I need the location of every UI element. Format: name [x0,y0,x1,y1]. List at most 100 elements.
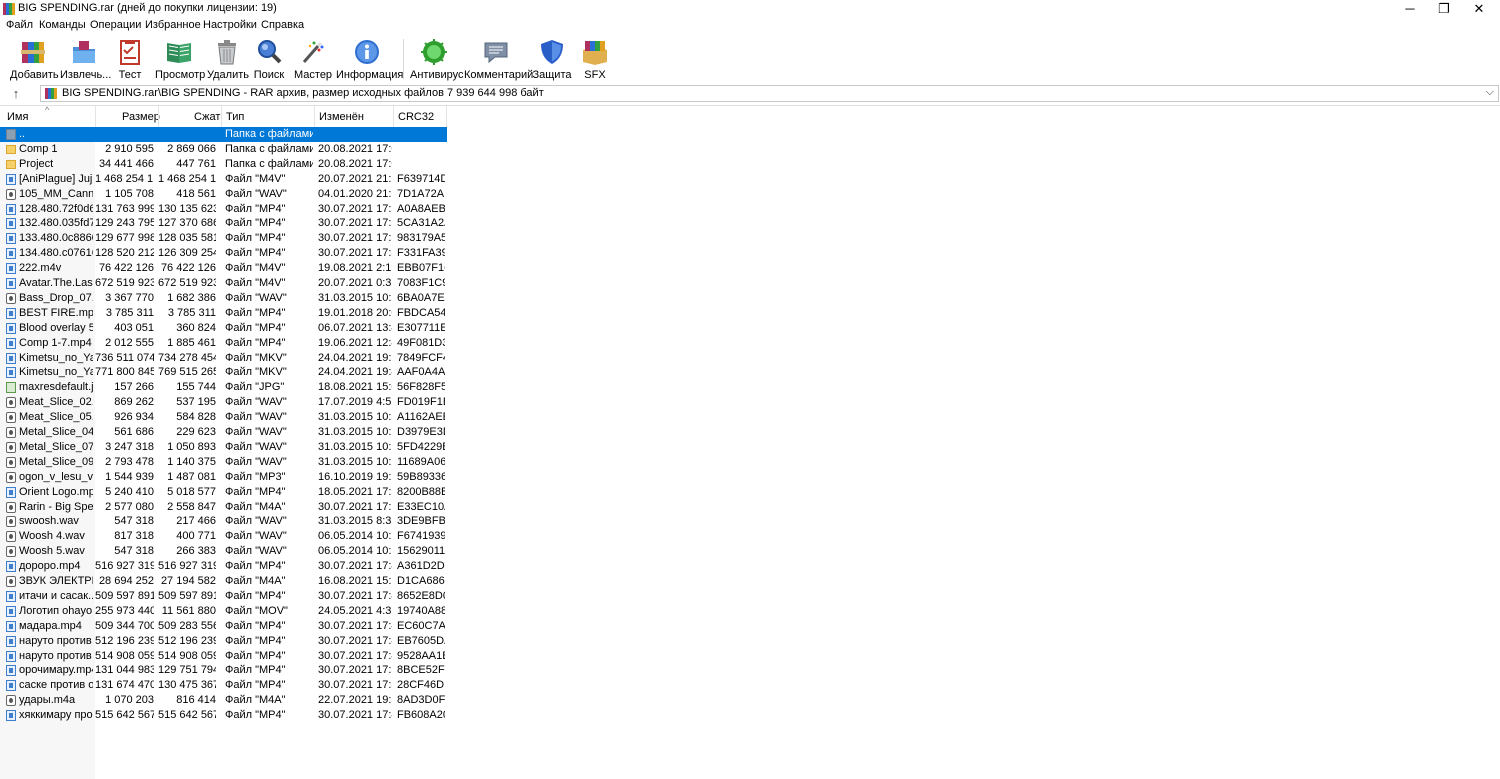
file-row[interactable]: Woosh 4.wav 817 318 400 771 Файл "WAV" 06.05… [0,529,447,544]
file-row[interactable]: 222.m4v 76 422 126 76 422 126 Файл "M4V" 19.… [0,261,447,276]
file-packed: 217 466 [176,515,216,528]
file-row[interactable]: Логотип ohayo....255 973 440 11 561 880 Фа… [0,604,447,619]
file-row[interactable]: ogon_v_lesu_var... 1 544 939 1 487 081 Файл… [0,470,447,485]
file-row[interactable]: дороро.mp4 516 927 319 516 927 319 Файл "MP… [0,559,447,574]
file-modified: 18.05.2021 17:22 [318,485,392,498]
test-button[interactable]: Тест [113,37,147,81]
sfx-icon [583,41,607,65]
file-crc: F331FA39 [397,247,445,260]
file-row[interactable]: Meat_Slice_05.w... 926 934 584 828 Файл "WA… [0,410,447,425]
file-size: 255 973 440 [95,604,154,617]
column-size[interactable]: Размер [122,111,160,123]
file-size: 817 318 [114,530,154,543]
file-row[interactable]: swoosh.wav 547 318 217 466 Файл "WAV" 31.03.… [0,514,447,529]
file-row[interactable]: орочимару.mp4 131 044 983 129 751 794 Файл … [0,663,447,678]
file-row[interactable]: наруто против ...514 908 059514 908 059Ф… [0,649,447,664]
file-row[interactable]: саске против о...131 674 470 130 475 367 Ф… [0,678,447,693]
file-packed: 447 761 [176,157,216,170]
extract-button[interactable]: Извлечь... [60,37,111,81]
up-folder-button[interactable]: ↑ [8,86,24,102]
menu-operations[interactable]: Операции [90,19,141,31]
file-size: 736 511 074 [95,351,154,364]
info-button[interactable]: Информация [336,37,403,81]
file-row[interactable]: 134.480.c07616f...128 520 212 126 309 254… [0,246,447,261]
file-row[interactable]: Meat_Slice_02.w... 869 262 537 195 Файл "WA… [0,395,447,410]
file-row[interactable]: Metal_Slice_07.... 3 247 318 1 050 893 Файл… [0,440,447,455]
file-row[interactable]: Avatar.The.Last....672 519 923672 519 92… [0,276,447,291]
delete-button[interactable]: Удалить [207,37,249,81]
column-packed[interactable]: Сжат [194,111,220,123]
audio-file-icon [6,397,16,409]
file-row[interactable]: 133.480.0c8860c...129 677 998 128 035 581… [0,231,447,246]
file-size: 2 910 595 [105,142,154,155]
file-row[interactable]: Comp 1-7.mp4 2 012 555 1 885 461 Файл "MP4"… [0,336,447,351]
comment-button[interactable]: Комментарий [464,37,533,81]
file-type: Файл "MP4" [225,619,286,632]
video-file-icon [6,710,16,722]
path-field[interactable]: BIG SPENDING.rar\BIG SPENDING - RAR архи… [40,85,1499,102]
menu-favorites[interactable]: Избранное [145,19,201,31]
file-row[interactable]: Woosh 5.wav 547 318 266 383 Файл "WAV" 06.05… [0,544,447,559]
file-size: 547 318 [114,545,154,558]
file-row[interactable]: Metal_Slice_09.... 2 793 478 1 140 375 Файл… [0,455,447,470]
view-button[interactable]: Просмотр [155,37,205,81]
column-crc[interactable]: CRC32 [398,111,434,123]
file-type: Файл "MP4" [225,634,286,647]
add-button[interactable]: Добавить [10,37,59,81]
file-row[interactable]: Orient Logo.mp4 5 240 410 5 018 577 Файл "M… [0,485,447,500]
file-type: Файл "WAV" [225,426,287,438]
file-row[interactable]: Project 34 441 466 447 761 Папка с файлами 2… [0,157,447,172]
file-type: Файл "M4V" [225,277,286,289]
menu-settings[interactable]: Настройки [203,19,257,31]
file-packed: 229 623 [176,426,216,438]
file-packed: 1 050 893 [167,440,216,453]
file-name: 134.480.c07616f... [19,247,93,260]
file-row[interactable]: итачи и сасак.... 509 597 891 509 597 891 Ф… [0,589,447,604]
column-modified[interactable]: Изменён [319,111,364,123]
file-row[interactable]: хяккимару про...515 642 567515 642 567Фа… [0,708,447,723]
file-row[interactable]: мадара.mp4 509 344 700 509 283 556 Файл "MP… [0,619,447,634]
file-name: Metal_Slice_04.... [19,426,93,438]
file-row[interactable]: Blood overlay 5.... 403 051 360 824 Файл "M… [0,321,447,336]
file-row[interactable]: maxresdefault.jpg 157 266 155 744 Файл "JPG… [0,380,447,395]
audio-file-icon [6,292,16,304]
file-row[interactable]: BEST FIRE.mp4 3 785 311 3 785 311 Файл "MP4… [0,306,447,321]
file-crc: EC60C7A5 [397,619,445,632]
file-row[interactable]: .. Папка с файлами [0,127,447,142]
menu-commands[interactable]: Команды [39,19,86,31]
antivirus-button[interactable]: Антивирус [410,37,463,81]
file-packed: 418 561 [176,187,216,200]
column-type[interactable]: Тип [226,111,244,123]
file-packed: 2 558 847 [167,500,216,513]
find-button[interactable]: Поиск [252,37,286,81]
file-row[interactable]: [AniPlague] Juju...1 468 254 1...1 468 2… [0,172,447,187]
video-file-icon [6,337,16,349]
file-row[interactable]: удары.m4a 1 070 203 816 414 Файл "M4A" 22.07… [0,693,447,708]
file-row[interactable]: Comp 1 2 910 595 2 869 066 Папка с файлами 2… [0,142,447,157]
file-row[interactable]: ЗВУК ЭЛЕКТРИ... 28 694 252 27 194 582 Файл … [0,574,447,589]
file-row[interactable]: Metal_Slice_04.... 561 686 229 623 Файл "WA… [0,425,447,440]
sfx-label: SFX [584,69,606,81]
file-row[interactable]: 128.480.72f0d62...131 763 999 130 135 623… [0,202,447,217]
close-button[interactable]: ✕ [1462,0,1496,18]
menu-help[interactable]: Справка [261,19,304,31]
file-row[interactable]: Rarin - Big Spen... 2 577 080 2 558 847 Фай… [0,500,447,515]
window-title: BIG SPENDING.rar (дней до покупки лиценз… [18,2,277,14]
path-dropdown-icon[interactable]: ⌵ [1486,86,1494,99]
file-row[interactable]: Kimetsu_no_Yai...771 800 845 769 515 265 Ф… [0,365,447,380]
wizard-button[interactable]: Мастер [294,37,332,81]
video-file-icon [6,486,16,498]
menu-file[interactable]: Файл [6,19,33,31]
file-row[interactable]: 132.480.035fd74...129 243 795 127 370 686… [0,216,447,231]
column-name[interactable]: Имя [7,111,28,123]
file-row[interactable]: Kimetsu_no_Yai...736 511 074 734 278 454 Ф… [0,351,447,366]
file-row[interactable]: наруто против ...512 196 239512 196 239Ф… [0,634,447,649]
file-modified: 31.03.2015 10:27 [318,440,392,453]
sfx-button[interactable]: SFX [578,37,612,81]
protect-button[interactable]: Защита [532,37,572,81]
file-row[interactable]: Bass_Drop_07.wav 3 367 770 1 682 386 Файл "… [0,291,447,306]
minimize-button[interactable]: ─ [1393,0,1427,18]
file-row[interactable]: 105_MM_Canno... 1 105 708 418 561 Файл "WAV… [0,187,447,202]
maximize-button[interactable]: ❐ [1427,0,1461,18]
file-crc: 8BCE52FB [397,664,445,677]
